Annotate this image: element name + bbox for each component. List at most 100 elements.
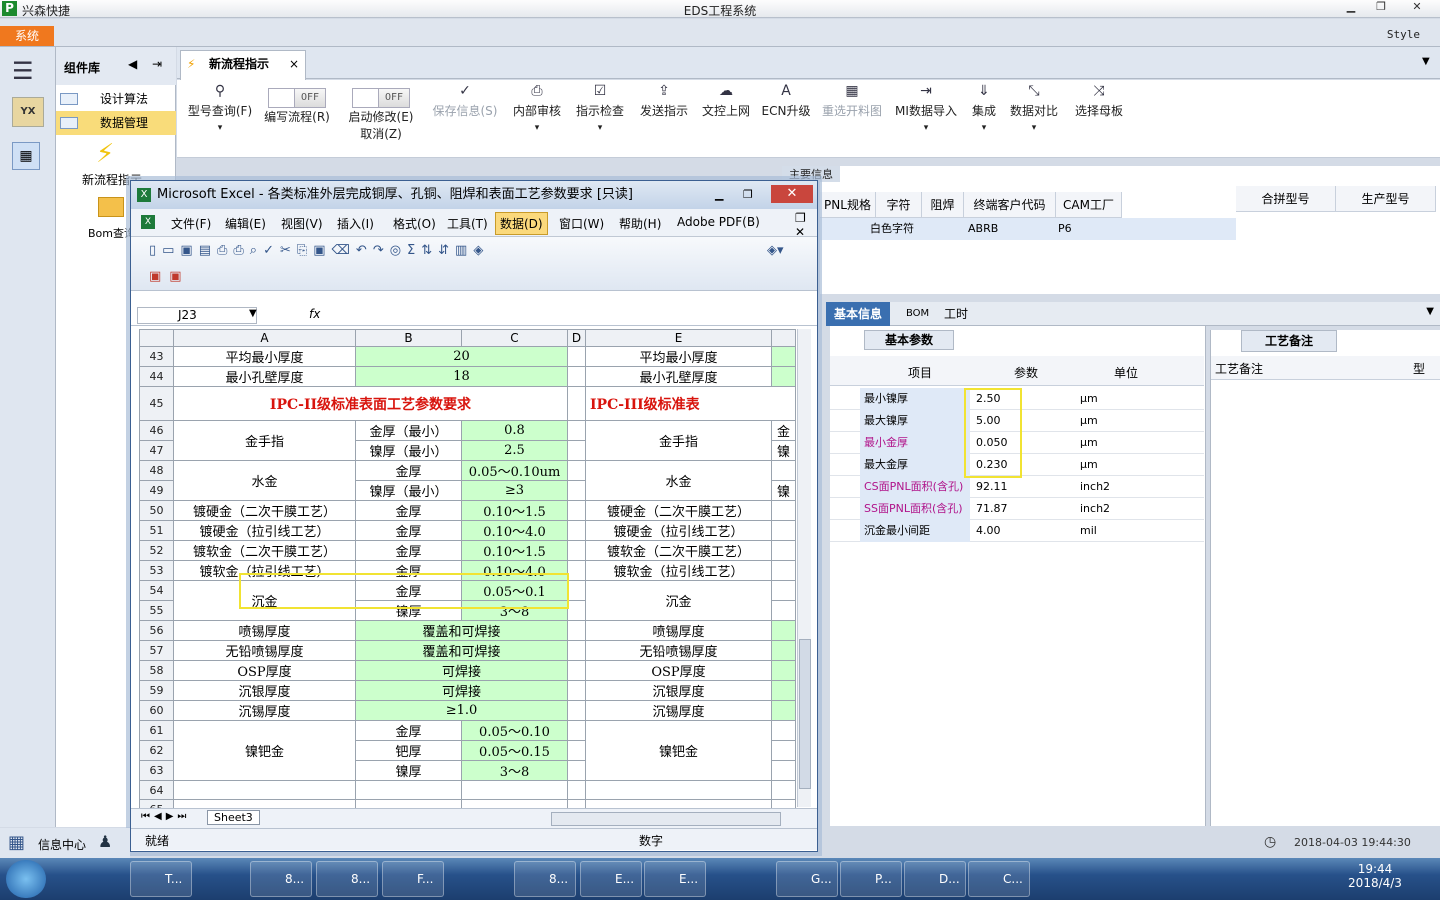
tab-close-icon[interactable]: × xyxy=(289,51,299,77)
tab-work-hours[interactable]: 工时 xyxy=(936,302,976,326)
cell[interactable]: 覆盖和可焊接 xyxy=(355,620,568,641)
row-number[interactable]: 51 xyxy=(139,520,174,541)
menu-format[interactable]: 格式(O) xyxy=(393,215,436,232)
menu-window[interactable]: 窗口(W) xyxy=(559,215,604,232)
column-header[interactable]: 型 xyxy=(1413,360,1425,377)
toggle-switch[interactable]: OFF xyxy=(268,88,326,108)
row-number[interactable]: 63 xyxy=(139,760,174,781)
cell[interactable]: 沉锡厚度 xyxy=(585,700,772,721)
cell[interactable]: 0.05～0.10 xyxy=(461,720,568,741)
cell[interactable]: 2.5 xyxy=(461,440,568,461)
excel-window[interactable]: X Microsoft Excel - 各类标准外层完成铜厚、孔铜、阻焊和表面工… xyxy=(130,180,818,852)
cell[interactable]: 金厚 xyxy=(355,500,462,521)
start-button[interactable] xyxy=(6,860,46,898)
cell[interactable]: 沉银厚度 xyxy=(173,680,356,701)
cell[interactable]: 20 xyxy=(355,346,568,367)
row-number[interactable]: 53 xyxy=(139,560,174,581)
column-header[interactable]: 工艺备注 xyxy=(1215,360,1263,377)
row-number[interactable]: 57 xyxy=(139,640,174,661)
cell[interactable]: OSP厚度 xyxy=(173,660,356,681)
cell[interactable]: 沉金 xyxy=(585,580,772,621)
cell[interactable]: 镍钯金 xyxy=(585,720,772,781)
column-header[interactable]: 阻焊 xyxy=(922,192,964,218)
factory-icon[interactable]: YX xyxy=(12,97,44,127)
integrate-button[interactable]: ⇓ 集成 ▾ xyxy=(967,80,1001,156)
param-row[interactable]: 沉金最小间距 4.00 mil xyxy=(830,520,1204,542)
maximize-button[interactable]: ❐ xyxy=(743,181,753,209)
hamburger-icon[interactable]: ☰ xyxy=(12,57,34,85)
close-button[interactable]: ✕ xyxy=(771,185,813,203)
cell[interactable]: 无铅喷锡厚度 xyxy=(585,640,772,661)
write-flow-toggle[interactable]: OFF 编写流程(R) xyxy=(261,80,333,156)
function-icon[interactable]: fx xyxy=(309,307,320,321)
cell[interactable]: 0.10～1.5 xyxy=(461,540,568,561)
name-box[interactable]: J23 xyxy=(137,307,257,324)
cell[interactable]: ≥1.0 xyxy=(355,700,568,721)
cell[interactable]: 无铅喷锡厚度 xyxy=(173,640,356,661)
row-number[interactable]: 47 xyxy=(139,440,174,461)
column-header[interactable]: 单位 xyxy=(1114,364,1138,381)
row-number[interactable]: 56 xyxy=(139,620,174,641)
taskbar-item[interactable]: F... xyxy=(382,861,444,897)
send-instruction-button[interactable]: ⇪ 发送指示 xyxy=(637,80,691,156)
horizontal-scrollbar[interactable] xyxy=(551,812,781,826)
standard-toolbar-icons[interactable]: ▯▭▣▤⎙⎙⌕✓✂⎘▣⌫↶↷◎Σ⇅⇵▥◈ xyxy=(149,243,489,258)
cell[interactable]: 水金 xyxy=(585,460,772,501)
row-number[interactable]: 49 xyxy=(139,480,174,501)
cell[interactable]: 镍厚 xyxy=(355,760,462,781)
cell[interactable]: 0.05～0.10um xyxy=(461,460,568,481)
cell[interactable]: 镍 xyxy=(771,480,796,501)
cell[interactable]: 金手指 xyxy=(173,420,356,461)
param-row[interactable]: SS面PNL面积(含孔) 71.87 inch2 xyxy=(830,498,1204,520)
sheet-tab[interactable]: Sheet3 xyxy=(207,810,260,825)
taskbar-item[interactable]: P... xyxy=(840,861,902,897)
param-row[interactable]: CS面PNL面积(含孔) 92.11 inch2 xyxy=(830,476,1204,498)
cell[interactable]: 镍厚（最小） xyxy=(355,440,462,461)
system-clock[interactable]: 19:44 2018/4/3 xyxy=(1340,862,1410,890)
cell[interactable]: 金厚（最小） xyxy=(355,420,462,441)
cell[interactable]: 沉银厚度 xyxy=(585,680,772,701)
mi-data-import-button[interactable]: ⇥ MI数据导入 ▾ xyxy=(893,80,959,156)
section-heading[interactable]: IPC-III级标准表 xyxy=(585,386,796,421)
cell[interactable]: OSP厚度 xyxy=(585,660,772,681)
row-number[interactable]: 45 xyxy=(139,386,174,421)
taskbar-item[interactable]: 8... xyxy=(514,861,576,897)
reselect-cut-drawing-button[interactable]: ▦ 重选开料图 xyxy=(819,80,885,156)
restore-icon[interactable]: ❐ xyxy=(795,211,806,225)
dropdown-icon[interactable]: ▼ xyxy=(249,308,257,319)
pin-icon[interactable]: ⇥ xyxy=(152,57,162,71)
cell[interactable]: 可焊接 xyxy=(355,660,568,681)
row-number[interactable]: 43 xyxy=(139,346,174,367)
tab-new-flow[interactable]: ⚡ 新流程指示 × xyxy=(180,50,306,80)
menu-adobe-pdf[interactable]: Adobe PDF(B) xyxy=(677,215,760,229)
col-header[interactable]: B xyxy=(355,329,462,347)
cell[interactable]: 平均最小厚度 xyxy=(585,346,772,367)
instruction-check-button[interactable]: ☑ 指示检查 ▾ xyxy=(573,80,627,156)
row-number[interactable]: 52 xyxy=(139,540,174,561)
cell[interactable]: 金厚 xyxy=(355,460,462,481)
row-number[interactable]: 54 xyxy=(139,580,174,601)
cell[interactable]: 镍厚（最小） xyxy=(355,480,462,501)
cell[interactable]: 钯厚 xyxy=(355,740,462,761)
cell[interactable]: 覆盖和可焊接 xyxy=(355,640,568,661)
row-number[interactable]: 48 xyxy=(139,460,174,481)
model-query-button[interactable]: ⚲ 型号查询(F) ▾ xyxy=(185,80,255,156)
tab-process-notes[interactable]: 工艺备注 xyxy=(1241,330,1337,352)
cell[interactable]: 镍 xyxy=(771,440,796,461)
cell[interactable]: 金厚 xyxy=(355,540,462,561)
row-number[interactable]: 64 xyxy=(139,780,174,800)
data-compare-button[interactable]: ⤡ 数据对比 ▾ xyxy=(1007,80,1061,156)
row-number[interactable]: 58 xyxy=(139,660,174,681)
ecn-upgrade-button[interactable]: A ECN升级 xyxy=(761,80,811,156)
cell[interactable]: 最小孔壁厚度 xyxy=(585,366,772,387)
lightning-icon[interactable]: ⚡ xyxy=(96,139,114,169)
pdf-toolbar-icons[interactable]: ▣▣ xyxy=(149,269,190,284)
cell[interactable]: ≥3 xyxy=(461,480,568,501)
row-number[interactable]: 62 xyxy=(139,740,174,761)
menu-file[interactable]: 文件(F) xyxy=(171,215,211,232)
cell[interactable]: 金 xyxy=(771,420,796,441)
save-info-button[interactable]: ✓ 保存信息(S) xyxy=(429,80,501,156)
menu-view[interactable]: 视图(V) xyxy=(281,215,323,232)
select-master-board-button[interactable]: ⤨ 选择母板 xyxy=(1069,80,1129,156)
calendar-icon[interactable]: ▦ xyxy=(12,142,40,170)
